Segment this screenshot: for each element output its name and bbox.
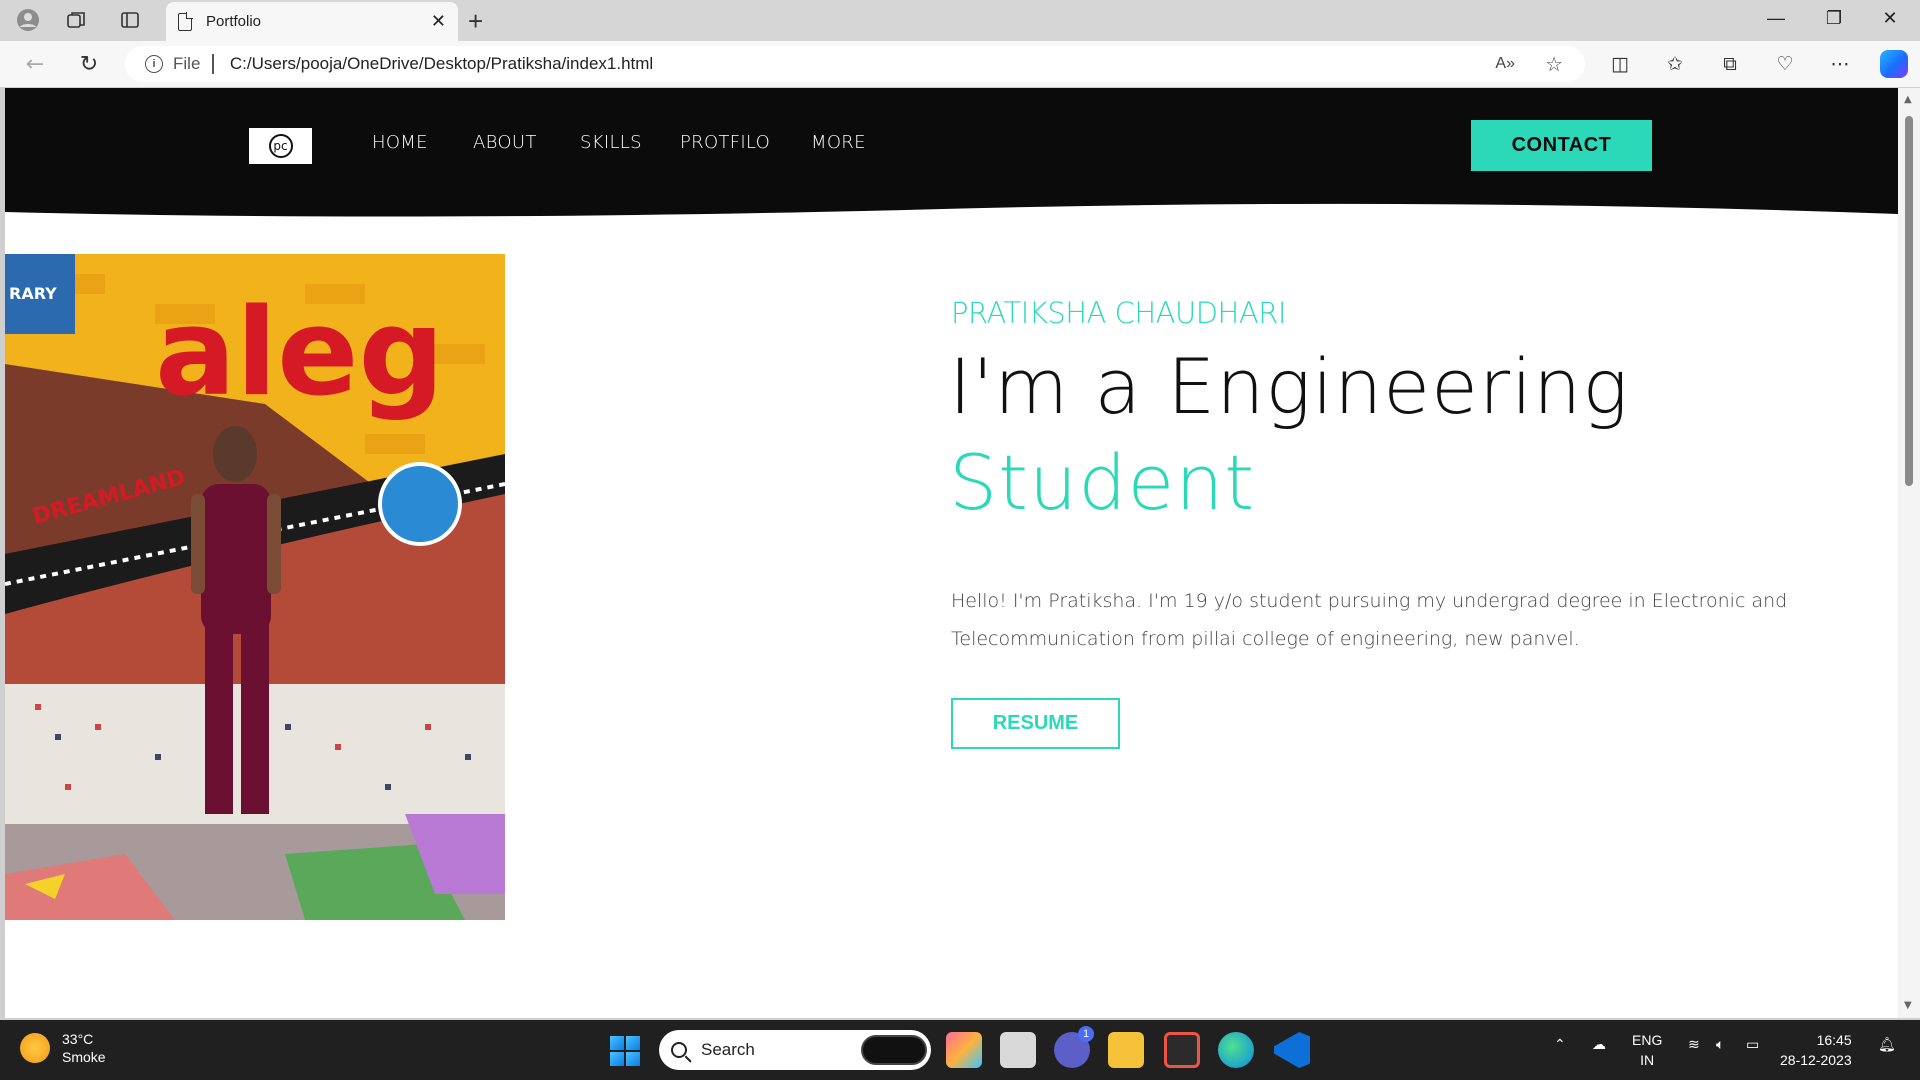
more-options-icon[interactable]: ⋯ [1825,53,1855,75]
address-toolbar: ← ↻ i File C:/Users/pooja/OneDrive/Deskt… [0,41,1920,87]
logo-mark-icon: pc [268,134,293,158]
vscode-app-icon[interactable] [1274,1032,1310,1068]
nav-home[interactable]: HOME [372,132,428,153]
windows-taskbar: 33°C Smoke Search 1 ⌃ ☁ ENG IN ≋ 🔈︎ ▭ 16… [0,1020,1920,1080]
split-screen-icon[interactable]: ◫ [1605,53,1635,75]
collections-icon[interactable]: ⧉ [1715,53,1745,75]
favorite-star-icon[interactable]: ☆ [1545,52,1563,77]
notifications-icon[interactable]: 🔔︎ [1878,1036,1896,1053]
resume-button[interactable]: RESUME [951,698,1120,749]
volume-icon[interactable]: 🔈︎ [1716,1036,1724,1053]
tab-actions-icon[interactable] [116,8,144,32]
hero-bio: Hello! I'm Pratiksha. I'm 19 y/o student… [951,590,1788,650]
back-button[interactable]: ← [20,50,50,78]
close-window-button[interactable]: ✕ [1870,8,1910,29]
nav-skills[interactable]: SKILLS [580,132,642,153]
file-explorer-app-icon[interactable] [1108,1032,1144,1068]
windows-logo-icon [610,1036,624,1050]
info-icon[interactable]: i [145,55,163,73]
url-text[interactable]: C:/Users/pooja/OneDrive/Desktop/Pratiksh… [230,54,653,74]
clock-time: 16:45 [1816,1032,1852,1048]
nav-portfolio[interactable]: PROTFILO [680,132,770,153]
taskbar-search[interactable]: Search [659,1030,931,1070]
system-clock[interactable]: 16:45 28-12-2023 [1780,1030,1852,1070]
scroll-down-icon[interactable]: ▼ [1904,1000,1912,1011]
refresh-button[interactable]: ↻ [74,50,104,78]
edge-app-icon[interactable] [1218,1032,1254,1068]
scrollbar-thumb[interactable] [1905,116,1913,486]
weather-condition: Smoke [62,1049,106,1065]
address-bar[interactable]: i File C:/Users/pooja/OneDrive/Desktop/P… [125,46,1585,82]
language-indicator[interactable]: ENG IN [1632,1030,1662,1070]
show-hidden-icons-icon[interactable]: ⌃ [1554,1036,1566,1053]
profile-icon[interactable] [14,8,42,32]
profile-photo: aleg DREAMLAND RARY [5,254,505,920]
browser-tab[interactable]: Portfolio ✕ [166,2,458,41]
site-logo[interactable]: pc [249,128,312,164]
scroll-up-icon[interactable]: ▲ [1904,94,1912,105]
minimize-button[interactable]: — [1756,8,1796,29]
nav-more[interactable]: MORE [811,132,866,153]
workspaces-icon[interactable] [62,8,90,32]
battery-icon[interactable]: ▭ [1746,1036,1759,1053]
region-code: IN [1640,1052,1655,1068]
search-highlight-icon [861,1035,927,1065]
close-tab-icon[interactable]: ✕ [431,11,446,32]
page-scrollbar[interactable]: ▲ ▼ [1898,88,1920,1018]
contact-button[interactable]: CONTACT [1471,120,1652,171]
nav-about[interactable]: ABOUT [473,132,537,153]
onedrive-icon[interactable]: ☁ [1592,1036,1606,1053]
hero-headline: I'm a Engineering [949,342,1629,431]
tab-title: Portfolio [206,13,262,30]
weather-sun-icon [20,1033,50,1063]
windows-logo-icon [610,1052,624,1066]
favorites-icon[interactable]: ✩ [1660,53,1690,75]
search-icon [671,1042,687,1058]
tab-bar: Portfolio ✕ + — ❐ ✕ [0,0,1920,41]
browser-essentials-icon[interactable]: ♡ [1770,53,1800,75]
chat-badge: 1 [1078,1026,1094,1042]
copilot-icon[interactable] [1880,50,1908,78]
search-placeholder: Search [701,1040,755,1059]
svg-text:aleg: aleg [155,284,444,423]
url-divider [212,54,214,74]
copilot-preview-app-icon[interactable] [946,1032,982,1068]
wifi-icon[interactable]: ≋ [1688,1036,1700,1053]
webpage: pc HOME ABOUT SKILLS PROTFILO MORE CONTA… [5,88,1898,1018]
new-tab-button[interactable]: + [468,6,483,37]
windows-logo-icon [626,1052,640,1066]
task-view-app-icon[interactable] [1000,1032,1036,1068]
svg-text:RARY: RARY [9,284,57,303]
teams-chat-app-icon[interactable]: 1 [1054,1026,1094,1068]
hero-headline-accent: Student [949,438,1256,527]
start-button[interactable] [610,1036,640,1066]
clock-date: 28-12-2023 [1780,1052,1852,1068]
hero-name: PRATIKSHA CHAUDHARI [951,296,1286,330]
weather-widget[interactable]: 33°C Smoke [20,1030,106,1066]
microsoft-store-app-icon[interactable] [1164,1032,1200,1068]
windows-logo-icon [626,1036,640,1050]
restore-button[interactable]: ❐ [1814,8,1854,29]
document-icon [178,11,193,31]
url-scheme-label: File [173,54,201,73]
weather-temperature: 33°C [62,1031,94,1047]
site-header: pc HOME ABOUT SKILLS PROTFILO MORE CONTA… [5,88,1898,228]
language-code: ENG [1632,1032,1663,1048]
read-aloud-icon[interactable]: A» [1495,55,1515,73]
